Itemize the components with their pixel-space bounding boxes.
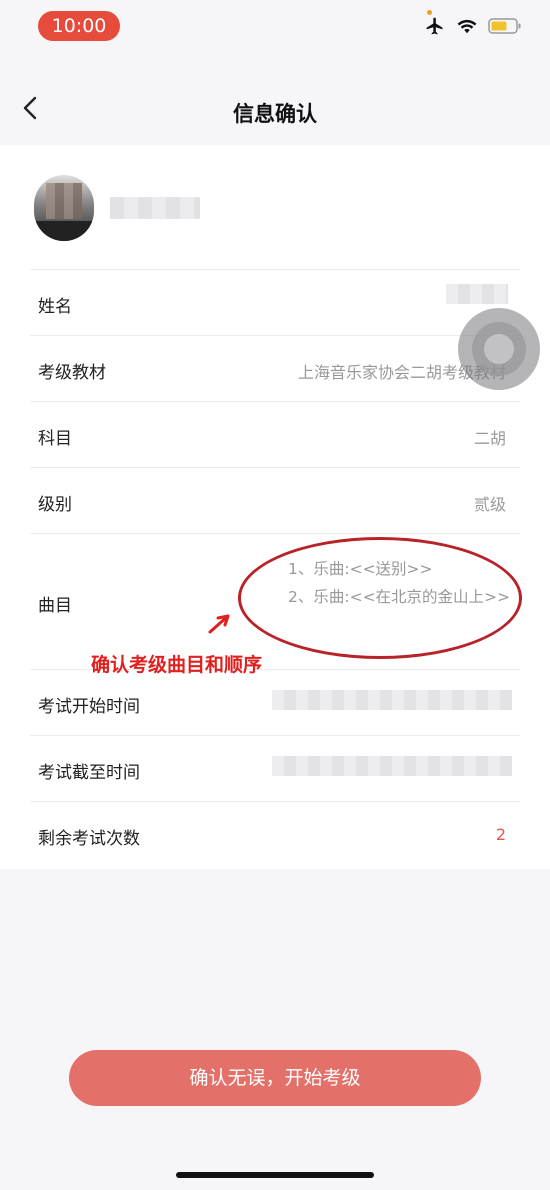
row-value: 2: [495, 825, 506, 844]
row-level: 级别 贰级: [30, 467, 520, 533]
row-label: 曲目: [38, 596, 72, 616]
airplane-icon: [424, 16, 446, 36]
battery-icon: [488, 17, 522, 35]
status-time: 10:00: [38, 11, 120, 41]
row-label: 剩余考试次数: [38, 829, 140, 849]
row-label: 考级教材: [38, 363, 106, 383]
confirm-start-button[interactable]: 确认无误，开始考级: [69, 1050, 481, 1106]
row-textbook: 考级教材 上海音乐家协会二胡考级教材: [30, 335, 520, 401]
username-redacted: [110, 197, 200, 219]
status-bar: 10:00: [0, 0, 550, 52]
arrow-icon: [208, 614, 230, 634]
floating-assistive-button[interactable]: [458, 308, 540, 390]
nav-bar: 信息确认: [0, 78, 550, 144]
profile-header: [0, 145, 550, 269]
start-time-redacted: [272, 690, 512, 710]
wifi-icon: [456, 17, 478, 35]
row-label: 考试开始时间: [38, 697, 140, 717]
name-value-redacted: [446, 284, 508, 304]
row-label: 级别: [38, 495, 72, 515]
end-time-redacted: [272, 756, 512, 776]
row-remaining-attempts: 剩余考试次数 2: [30, 801, 520, 867]
row-label: 科目: [38, 429, 72, 449]
row-value: 二胡: [473, 429, 506, 448]
row-name: 姓名: [30, 269, 520, 335]
page-title: 信息确认: [233, 102, 317, 126]
row-exam-start: 考试开始时间: [30, 669, 520, 735]
info-card: 姓名 考级教材 上海音乐家协会二胡考级教材 科目 二胡 级别 贰级 曲目 1、乐…: [0, 145, 550, 869]
annotation-text: 确认考级曲目和顺序: [91, 654, 263, 676]
row-label: 考试截至时间: [38, 763, 140, 783]
annotation-ellipse: [238, 537, 522, 659]
status-icons: [424, 14, 522, 38]
row-subject: 科目 二胡: [30, 401, 520, 467]
row-exam-end: 考试截至时间: [30, 735, 520, 801]
home-indicator[interactable]: [176, 1172, 374, 1178]
row-label: 姓名: [38, 297, 72, 317]
row-value: 贰级: [473, 495, 506, 514]
avatar: [34, 175, 94, 241]
